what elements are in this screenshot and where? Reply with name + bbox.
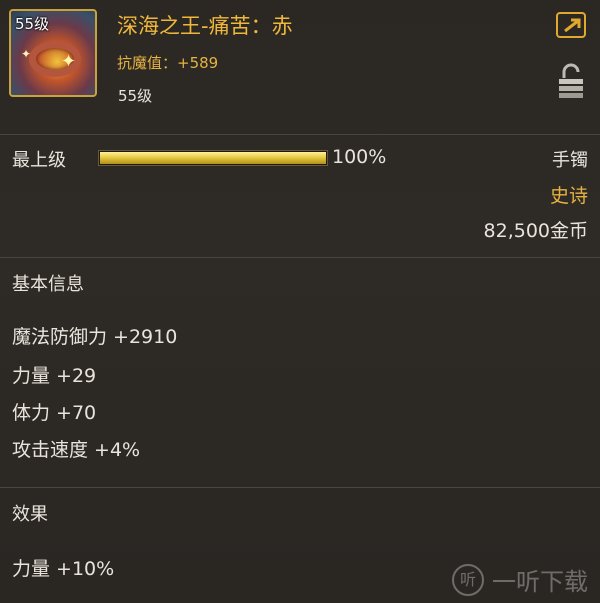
share-icon (564, 18, 581, 33)
divider (0, 134, 600, 135)
resist-label: 抗魔值： (117, 54, 178, 72)
resist-value: 抗魔值：+589 (117, 52, 218, 73)
item-tooltip-panel: ✦ ✦ 55级 深海之王-痛苦：赤 抗魔值：+589 55级 最上级 100% … (0, 0, 600, 603)
slot-type: 手镯 (552, 150, 588, 171)
bracelet-item-icon[interactable]: ✦ ✦ 55级 (9, 9, 97, 97)
effects-title: 效果 (12, 504, 48, 525)
required-level: 55级 (118, 87, 153, 105)
item-name: 深海之王-痛苦：赤 (117, 14, 293, 38)
stat-line: 魔法防御力 +2910 (12, 326, 178, 348)
upgrade-progress-bar (98, 150, 328, 166)
upgrade-percent: 100% (332, 146, 387, 168)
rarity-label: 史诗 (549, 185, 588, 207)
sparkle-icon: ✦ (21, 47, 32, 61)
level-badge: 55级 (15, 15, 50, 33)
divider (0, 487, 600, 488)
watermark: 听 一听下载 (452, 562, 588, 597)
upgrade-progress-fill (100, 152, 326, 164)
sparkle-icon: ✦ (61, 51, 77, 72)
stat-line: 体力 +70 (12, 402, 97, 424)
divider (0, 257, 600, 258)
basic-info-title: 基本信息 (12, 274, 84, 295)
watermark-logo-icon: 听 (452, 563, 484, 596)
watermark-text: 一听下载 (492, 568, 588, 596)
resist-amount: +589 (177, 54, 219, 72)
stat-line: 力量 +29 (12, 365, 97, 387)
upgrade-label: 最上级 (12, 150, 66, 171)
stat-line: 攻击速度 +4% (12, 439, 141, 461)
effect-line: 力量 +10% (12, 558, 115, 580)
share-button[interactable] (556, 12, 586, 38)
price-label: 82,500金币 (483, 220, 588, 242)
lock-icon[interactable] (557, 63, 585, 99)
